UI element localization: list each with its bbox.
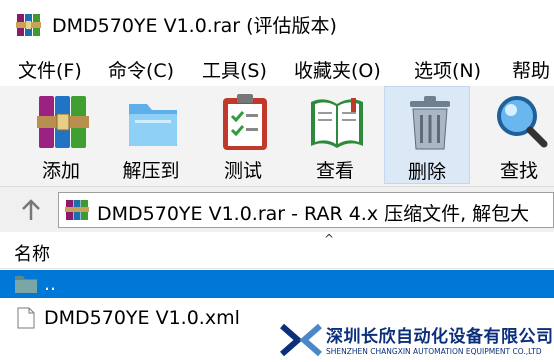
menu-options[interactable]: 选项(N) bbox=[414, 56, 481, 83]
folder-icon bbox=[15, 276, 37, 293]
title-bar: DMD570YE V1.0.rar (评估版本) bbox=[0, 0, 554, 48]
find-button[interactable]: 查找 bbox=[476, 86, 554, 184]
list-item-parent[interactable]: .. bbox=[0, 270, 554, 298]
find-label: 查找 bbox=[499, 160, 538, 182]
delete-button[interactable]: 删除 bbox=[384, 86, 470, 184]
test-label: 测试 bbox=[223, 160, 262, 182]
clipboard-check-icon bbox=[223, 94, 267, 150]
company-watermark: 深圳长欣自动化设备有限公司 SHENZHEN CHANGXIN AUTOMATI… bbox=[278, 318, 554, 362]
view-label: 查看 bbox=[315, 160, 354, 182]
company-logo-icon bbox=[280, 323, 322, 357]
column-header-name[interactable]: 名称 ^ bbox=[0, 232, 554, 269]
window-title: DMD570YE V1.0.rar (评估版本) bbox=[52, 15, 337, 37]
books-icon bbox=[37, 96, 89, 148]
sort-ascending-icon: ^ bbox=[324, 232, 335, 246]
magnifier-icon bbox=[497, 96, 548, 148]
menu-bar: 文件(F) 命令(C) 工具(S) 收藏夹(O) 选项(N) 帮助 bbox=[0, 48, 554, 86]
list-item-name: .. bbox=[44, 273, 57, 295]
menu-help[interactable]: 帮助 bbox=[512, 56, 550, 83]
add-button[interactable]: 添加 bbox=[18, 86, 104, 184]
archive-path-field[interactable]: DMD570YE V1.0.rar - RAR 4.x 压缩文件, 解包大 bbox=[58, 192, 554, 228]
list-item-name: DMD570YE V1.0.xml bbox=[44, 307, 240, 329]
up-arrow-icon[interactable] bbox=[18, 198, 44, 222]
folder-icon bbox=[129, 104, 177, 146]
delete-label: 删除 bbox=[407, 161, 446, 183]
menu-file[interactable]: 文件(F) bbox=[18, 56, 82, 83]
file-icon bbox=[17, 307, 35, 329]
company-name-cn: 深圳长欣自动化设备有限公司 bbox=[326, 327, 554, 347]
company-name-en: SHENZHEN CHANGXIN AUTOMATION EQUIPMENT C… bbox=[326, 347, 542, 356]
add-label: 添加 bbox=[41, 160, 80, 182]
address-bar: DMD570YE V1.0.rar - RAR 4.x 压缩文件, 解包大 bbox=[0, 188, 554, 232]
menu-commands[interactable]: 命令(C) bbox=[108, 56, 174, 83]
archive-path-text: DMD570YE V1.0.rar - RAR 4.x 压缩文件, 解包大 bbox=[97, 203, 530, 225]
winrar-archive-icon bbox=[65, 200, 89, 220]
extract-to-label: 解压到 bbox=[122, 160, 180, 182]
menu-tools[interactable]: 工具(S) bbox=[202, 56, 267, 83]
winrar-app-icon bbox=[16, 14, 41, 36]
menu-favorites[interactable]: 收藏夹(O) bbox=[294, 56, 381, 83]
extract-to-button[interactable]: 解压到 bbox=[108, 86, 194, 184]
toolbar: 添加 解压到 测试 查看 删除 查找 bbox=[0, 86, 554, 187]
view-button[interactable]: 查看 bbox=[292, 86, 378, 184]
test-button[interactable]: 测试 bbox=[200, 86, 286, 184]
open-book-icon bbox=[311, 98, 363, 148]
trash-icon bbox=[410, 96, 450, 150]
column-name-label: 名称 bbox=[14, 244, 50, 265]
